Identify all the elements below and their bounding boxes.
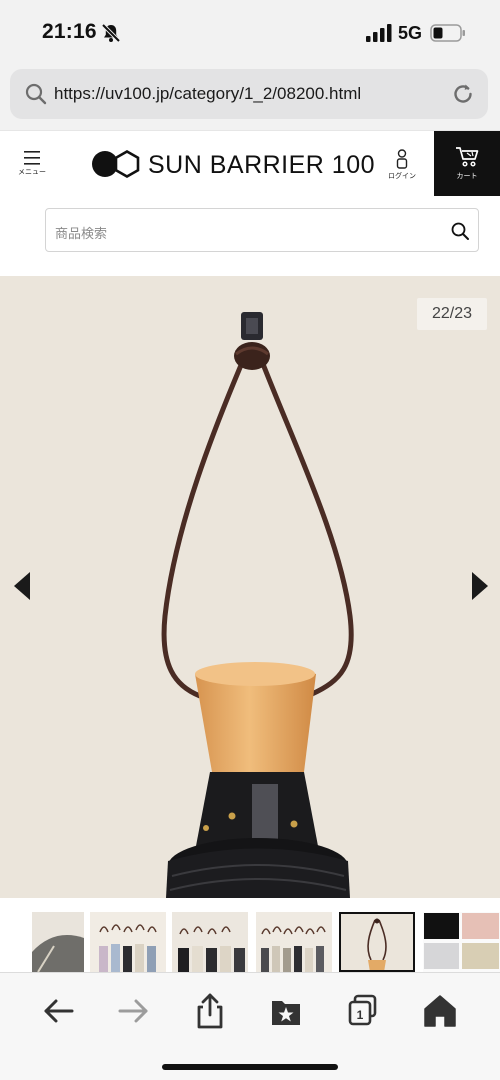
thumbnail-handle-loop-selected[interactable] <box>339 912 415 972</box>
status-time: 21:16 <box>42 20 97 43</box>
menu-label: メニュー <box>18 169 46 176</box>
site-logo[interactable]: SUN BARRIER 100 <box>90 147 375 181</box>
previous-image-arrow-icon[interactable] <box>8 566 38 606</box>
thumbnail-umbrella-grey[interactable] <box>32 912 84 972</box>
cart-icon <box>456 147 479 167</box>
tabs-icon[interactable]: 1 <box>342 993 382 1029</box>
thumbnail-umbrellas-mixed[interactable] <box>256 912 332 972</box>
reload-icon[interactable] <box>450 81 476 107</box>
menu-button[interactable]: メニュー <box>10 145 54 189</box>
cart-button[interactable]: カート <box>434 131 500 197</box>
product-search-area: 商品検索 <box>0 196 500 276</box>
cart-label: カート <box>456 173 478 180</box>
search-icon[interactable] <box>450 221 470 241</box>
browser-address-area: https://uv100.jp/category/1_2/08200.html <box>0 64 500 130</box>
thumbnail-umbrellas-light[interactable] <box>90 912 166 972</box>
browser-toolbar: 1 <box>0 972 500 1080</box>
signal-icon <box>366 24 392 42</box>
thumbnail-strip <box>0 898 500 972</box>
product-search-input[interactable]: 商品検索 <box>45 208 479 252</box>
login-button[interactable]: ログイン <box>380 147 424 191</box>
address-bar[interactable]: https://uv100.jp/category/1_2/08200.html <box>10 69 488 119</box>
user-icon <box>396 149 408 169</box>
thumbnail-umbrellas-dark[interactable] <box>172 912 248 972</box>
logo-mark-icon <box>92 150 140 178</box>
network-type: 5G <box>398 23 423 43</box>
image-counter: 22/23 <box>417 298 487 330</box>
bell-off-icon <box>101 23 121 43</box>
share-icon[interactable] <box>190 993 230 1029</box>
home-icon[interactable] <box>420 993 460 1029</box>
search-placeholder: 商品検索 <box>55 226 108 241</box>
bookmarks-folder-icon[interactable] <box>266 993 306 1029</box>
thumbnail-color-swatches[interactable] <box>423 912 500 972</box>
back-arrow-icon[interactable] <box>38 993 78 1029</box>
site-header: メニュー SUN BARRIER 100 ログイン カート <box>0 130 500 197</box>
url-text: https://uv100.jp/category/1_2/08200.html <box>54 84 362 103</box>
svg-text:1: 1 <box>357 1008 364 1022</box>
logo-text: SUN BARRIER 100 <box>148 151 376 179</box>
next-image-arrow-icon[interactable] <box>464 566 494 606</box>
hamburger-icon <box>24 151 40 165</box>
battery-icon <box>430 24 465 42</box>
product-image <box>0 276 500 898</box>
search-icon <box>25 83 47 105</box>
product-gallery[interactable]: 22/23 <box>0 276 500 898</box>
forward-arrow-icon[interactable] <box>114 993 154 1029</box>
status-bar: 21:16 5G <box>0 0 500 64</box>
login-label: ログイン <box>388 173 416 180</box>
home-indicator <box>162 1064 338 1070</box>
